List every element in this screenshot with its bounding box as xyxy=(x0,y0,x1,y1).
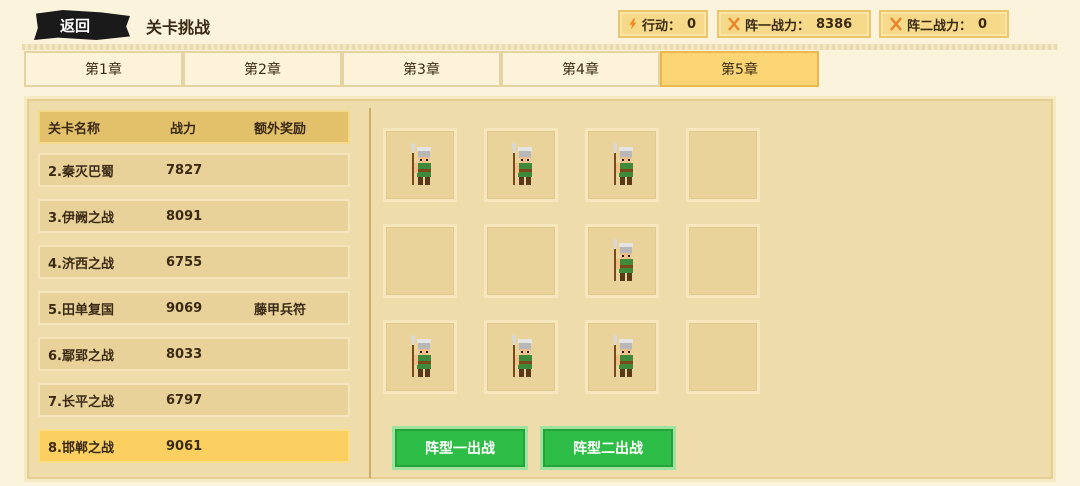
column-header-power: 战力 xyxy=(170,121,197,137)
stage-power: 6797 xyxy=(166,392,203,408)
column-header-name: 关卡名称 xyxy=(48,121,101,137)
header-divider xyxy=(22,44,1058,50)
stat-value: 0 xyxy=(978,16,988,32)
spear-soldier-icon xyxy=(613,335,633,377)
stage-power: 8033 xyxy=(166,346,203,362)
back-button[interactable]: 返回 xyxy=(34,10,130,40)
spear-soldier-icon xyxy=(512,143,532,185)
lightning-icon xyxy=(629,18,637,30)
spear-soldier-icon xyxy=(613,239,633,281)
stage-row[interactable]: 6.鄢郢之战 8033 xyxy=(38,337,350,371)
stage-name: 4.济西之战 xyxy=(48,256,114,272)
stage-name: 7.长平之战 xyxy=(48,394,114,410)
stage-name: 6.鄢郢之战 xyxy=(48,348,114,364)
tab-chapter-2[interactable]: 第2章 xyxy=(183,51,342,87)
spear-soldier-icon xyxy=(613,143,633,185)
deploy-formation-2-button[interactable]: 阵型二出战 xyxy=(540,426,676,470)
stage-power: 7827 xyxy=(166,162,203,178)
formation-slot-occupied[interactable] xyxy=(585,128,659,202)
stage-power: 9069 xyxy=(166,300,203,316)
stat-value: 8386 xyxy=(816,16,853,32)
spear-soldier-icon xyxy=(411,335,431,377)
panel-divider xyxy=(369,108,371,478)
column-header-reward: 额外奖励 xyxy=(254,121,307,137)
stage-row-selected[interactable]: 8.邯郸之战 9061 xyxy=(38,429,350,463)
stage-row[interactable]: 7.长平之战 6797 xyxy=(38,383,350,417)
formation2-power-badge: 阵二战力： 0 xyxy=(879,10,1009,38)
tab-chapter-3[interactable]: 第3章 xyxy=(342,51,501,87)
formation-slot-occupied[interactable] xyxy=(383,128,457,202)
crossed-swords-icon xyxy=(728,17,740,31)
stage-power: 8091 xyxy=(166,208,203,224)
crossed-swords-icon xyxy=(890,17,902,31)
stage-name: 3.伊阙之战 xyxy=(48,210,114,226)
stage-row[interactable]: 4.济西之战 6755 xyxy=(38,245,350,279)
page-title: 关卡挑战 xyxy=(146,18,211,37)
deploy-formation-1-button[interactable]: 阵型一出战 xyxy=(392,426,528,470)
formation-slot-occupied[interactable] xyxy=(484,128,558,202)
formation-slot-empty[interactable] xyxy=(686,320,760,394)
stage-power: 9061 xyxy=(166,438,203,454)
stat-label: 阵二战力： xyxy=(907,18,973,34)
formation-slot-empty[interactable] xyxy=(686,224,760,298)
stage-reward: 藤甲兵符 xyxy=(254,302,307,318)
stage-row[interactable]: 5.田单复国 9069 藤甲兵符 xyxy=(38,291,350,325)
formation-slot-empty[interactable] xyxy=(686,128,760,202)
stage-row[interactable]: 2.秦灭巴蜀 7827 xyxy=(38,153,350,187)
stage-name: 5.田单复国 xyxy=(48,302,114,318)
formation-slot-occupied[interactable] xyxy=(484,320,558,394)
stage-name: 8.邯郸之战 xyxy=(48,440,114,456)
top-bar: 返回 关卡挑战 行动： 0 阵一战力： 8386 阵二战力： 0 xyxy=(0,0,1080,44)
stage-name: 2.秦灭巴蜀 xyxy=(48,164,114,180)
formation-slot-occupied[interactable] xyxy=(585,224,659,298)
stat-label: 行动： xyxy=(641,18,681,34)
spear-soldier-icon xyxy=(512,335,532,377)
tab-chapter-1[interactable]: 第1章 xyxy=(24,51,183,87)
stage-list-header: 关卡名称 战力 额外奖励 xyxy=(38,110,350,144)
spear-soldier-icon xyxy=(411,143,431,185)
stage-power: 6755 xyxy=(166,254,203,270)
tab-chapter-5[interactable]: 第5章 xyxy=(660,51,819,87)
tab-chapter-4[interactable]: 第4章 xyxy=(501,51,660,87)
formation-slot-empty[interactable] xyxy=(484,224,558,298)
formation1-power-badge: 阵一战力： 8386 xyxy=(717,10,871,38)
chapter-tabs: 第1章 第2章 第3章 第4章 第5章 xyxy=(24,51,819,87)
formation-slot-empty[interactable] xyxy=(383,224,457,298)
stat-value: 0 xyxy=(686,16,696,32)
action-points-badge: 行动： 0 xyxy=(618,10,708,38)
stat-label: 阵一战力： xyxy=(745,18,811,34)
stage-row[interactable]: 3.伊阙之战 8091 xyxy=(38,199,350,233)
formation-slot-occupied[interactable] xyxy=(383,320,457,394)
formation-slot-occupied[interactable] xyxy=(585,320,659,394)
